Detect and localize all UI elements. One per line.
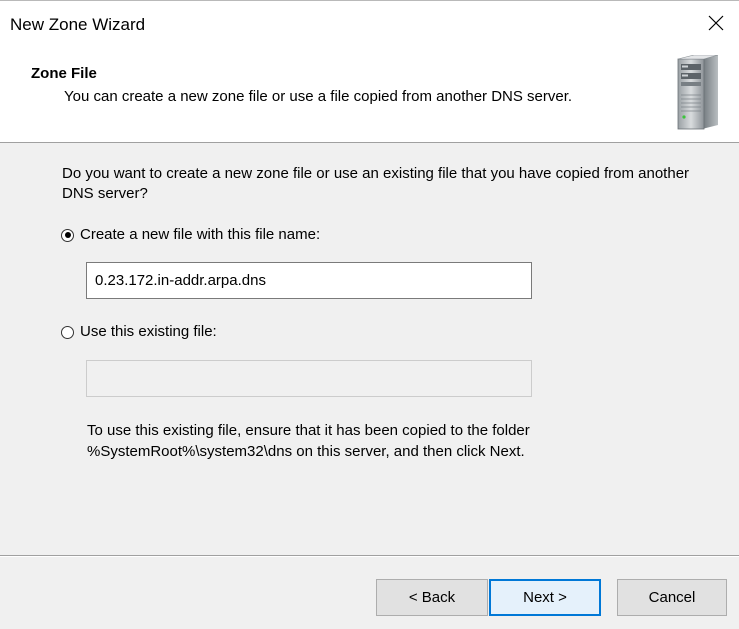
radio-create-new-file[interactable]: Create a new file with this file name: — [61, 226, 320, 244]
radio-selected-indicator[interactable] — [61, 228, 74, 242]
close-button[interactable] — [693, 1, 739, 45]
close-icon — [708, 15, 724, 31]
title-bar: New Zone Wizard — [0, 1, 739, 47]
radio-create-new-label: Create a new file with this file name: — [80, 226, 321, 243]
radio-unselected-indicator[interactable] — [61, 325, 74, 339]
wizard-window: New Zone Wizard Zone File You can create… — [0, 0, 739, 629]
server-icon — [677, 55, 719, 130]
page-subtitle: You can create a new zone file or use a … — [64, 88, 573, 105]
page-title: Zone File — [31, 65, 97, 82]
existing-file-input — [86, 360, 532, 397]
radio-use-existing-file[interactable]: Use this existing file: — [61, 323, 217, 341]
radio-use-existing-label: Use this existing file: — [80, 323, 217, 340]
new-file-name-input[interactable] — [86, 262, 532, 299]
cancel-button[interactable]: Cancel — [617, 579, 727, 616]
note-line-2: %SystemRoot%\system32\dns on this server… — [87, 443, 525, 460]
window-title: New Zone Wizard — [10, 15, 146, 34]
wizard-body: Do you want to create a new zone file or… — [0, 143, 739, 555]
next-button[interactable]: Next > — [489, 579, 601, 616]
header-panel: Zone File You can create a new zone file… — [0, 47, 739, 143]
button-bar: < Back Next > Cancel — [0, 557, 739, 629]
back-button[interactable]: < Back — [376, 579, 488, 616]
note-line-1: To use this existing file, ensure that i… — [87, 422, 530, 439]
question-text: Do you want to create a new zone file or… — [62, 165, 690, 202]
existing-file-note: To use this existing file, ensure that i… — [87, 420, 687, 462]
